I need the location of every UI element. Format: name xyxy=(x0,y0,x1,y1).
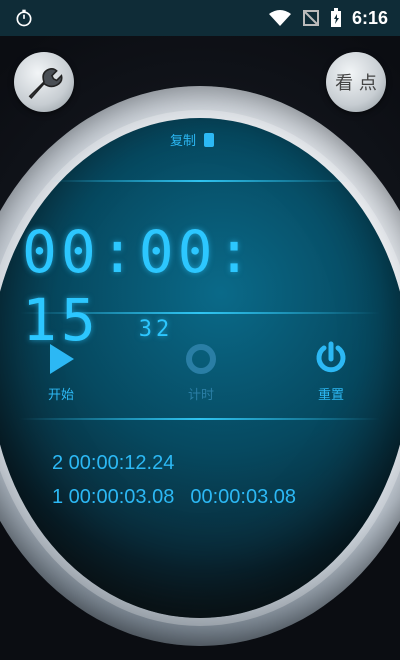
lap-list: 2 00:00:12.24 1 00:00:03.08 00:00:03.08 xyxy=(52,452,296,520)
lap-ring-icon xyxy=(186,344,216,374)
wrench-icon xyxy=(28,68,63,99)
status-right: 6:16 xyxy=(268,8,388,29)
status-time: 6:16 xyxy=(351,7,388,28)
lap-label: 计时 xyxy=(187,388,214,403)
divider-top xyxy=(50,180,350,182)
battery-charging-icon xyxy=(330,8,341,27)
lap-split: 00:00:03.08 xyxy=(190,486,296,508)
power-icon xyxy=(316,341,346,373)
play-icon xyxy=(50,344,74,374)
no-signal-icon xyxy=(302,10,319,26)
copy-label: 复制 xyxy=(170,134,197,149)
lap-button[interactable]: 计时 xyxy=(182,340,220,403)
start-button[interactable]: 开始 xyxy=(44,340,78,403)
lap-text: 2 00:00:12.24 xyxy=(52,452,175,474)
copy-control[interactable]: 复制 xyxy=(170,130,215,149)
status-left xyxy=(14,8,34,28)
copy-indicator xyxy=(204,132,215,147)
divider-bottom xyxy=(20,418,380,420)
view-points-button[interactable]: 看 点 xyxy=(326,52,386,112)
clock-display: 00:00: 15 32 xyxy=(22,218,372,354)
view-points-label: 看 点 xyxy=(335,73,377,94)
reset-button[interactable]: 重置 xyxy=(312,340,350,403)
stopwatch-icon xyxy=(16,9,32,27)
clock-fraction: 32 xyxy=(138,317,174,342)
lap-text: 1 00:00:03.08 xyxy=(52,486,175,508)
status-bar: 6:16 xyxy=(0,0,400,36)
wifi-icon xyxy=(268,10,291,26)
lap-row: 1 00:00:03.08 00:00:03.08 xyxy=(52,486,296,520)
lap-row: 2 00:00:12.24 xyxy=(52,452,296,486)
start-label: 开始 xyxy=(47,388,74,403)
settings-button[interactable] xyxy=(14,52,74,112)
reset-label: 重置 xyxy=(317,388,344,403)
